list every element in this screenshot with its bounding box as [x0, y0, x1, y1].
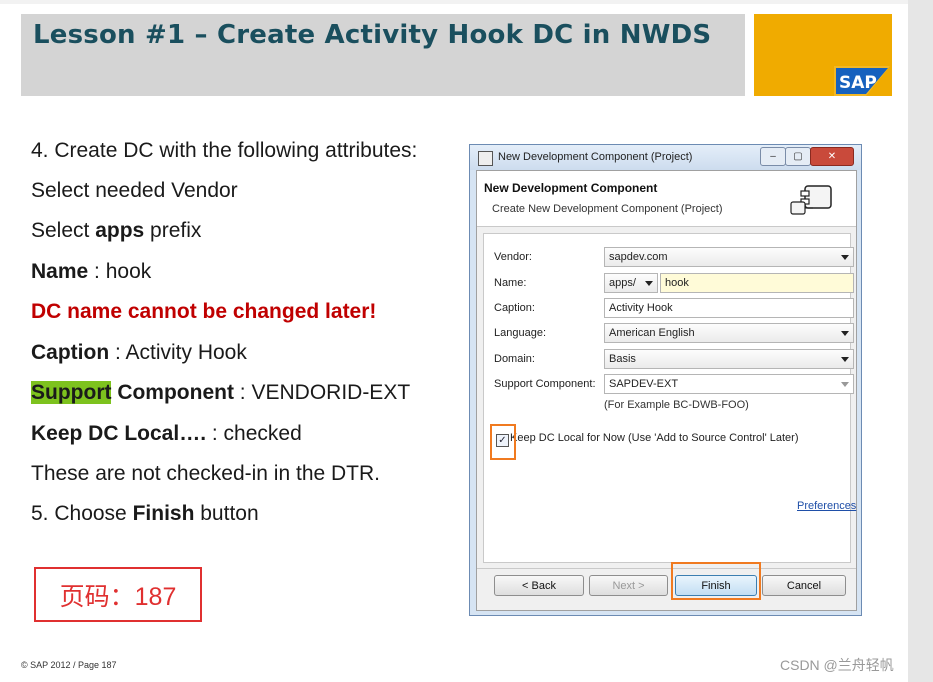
domain-label: Domain:	[494, 353, 535, 365]
chevron-down-icon	[841, 255, 849, 260]
line6-bold: Caption	[31, 341, 110, 364]
sap-brand-box: SAP	[754, 14, 892, 96]
dialog-title-bar: New Development Component (Project) – ▢ …	[470, 145, 861, 170]
support-component-combo[interactable]: SAPDEV-EXT	[604, 374, 854, 394]
sap-logo-text: SAP	[839, 73, 877, 93]
language-value: American English	[609, 327, 695, 339]
maximize-icon[interactable]: ▢	[785, 147, 811, 166]
slide-title: Lesson #1 – Create Activity Hook DC in N…	[33, 20, 712, 50]
page-number-box: 页码：187	[34, 567, 202, 622]
wizard-subtitle: Create New Development Component (Projec…	[492, 203, 723, 215]
sap-logo-icon: SAP	[834, 66, 890, 96]
chevron-down-icon	[841, 357, 849, 362]
viewer-side-strip	[908, 0, 933, 682]
component-icon	[790, 185, 832, 215]
line10-bold: Finish	[132, 502, 195, 525]
window-controls: – ▢ ✕	[760, 147, 856, 166]
domain-value: Basis	[609, 353, 636, 365]
caption-input[interactable]: Activity Hook	[604, 298, 854, 318]
title-bar: Lesson #1 – Create Activity Hook DC in N…	[21, 14, 745, 96]
wizard-title: New Development Component	[484, 181, 658, 195]
dialog-body: New Development Component Create New Dev…	[476, 170, 857, 611]
next-button[interactable]: Next >	[589, 575, 668, 596]
line4-bold: Name	[31, 260, 89, 283]
app-window-icon	[478, 151, 493, 166]
line10-pre: 5. Choose	[31, 502, 133, 525]
name-label: Name:	[494, 277, 527, 289]
line6-post: : Activity Hook	[109, 341, 247, 364]
prefix-value: apps/	[609, 277, 636, 289]
instruction-line-10: 5. Choose Finish button	[31, 502, 259, 526]
support-component-label: Support Component:	[494, 378, 596, 390]
line7-highlight: Support	[31, 381, 112, 404]
instruction-line-9: These are not checked-in in the DTR.	[31, 462, 381, 485]
language-select[interactable]: American English	[604, 323, 854, 343]
chevron-down-icon	[645, 281, 653, 286]
language-label: Language:	[494, 327, 546, 339]
line7-bold: Component	[111, 381, 234, 404]
vendor-select[interactable]: sapdev.com	[604, 247, 854, 267]
vendor-value: sapdev.com	[609, 251, 668, 263]
instruction-line-6: Caption : Activity Hook	[31, 341, 247, 365]
slide-footer: © SAP 2012 / Page 187	[21, 660, 117, 670]
support-component-value: SAPDEV-EXT	[609, 378, 679, 390]
preferences-link[interactable]: Preferences	[797, 500, 856, 512]
name-input[interactable]: hook	[660, 273, 854, 293]
minimize-icon[interactable]: –	[760, 147, 786, 166]
caption-label: Caption:	[494, 302, 535, 314]
instruction-line-7: Support Component : VENDORID-EXT	[31, 381, 410, 405]
domain-select[interactable]: Basis	[604, 349, 854, 369]
wizard-form: Vendor: sapdev.com Name: apps/ hook Capt…	[483, 233, 856, 563]
instruction-line-3: Select apps prefix	[31, 219, 201, 243]
vendor-label: Vendor:	[494, 251, 532, 263]
line10-post: button	[194, 502, 259, 525]
chevron-down-icon	[841, 382, 849, 387]
line4-post: : hook	[88, 260, 152, 283]
line3-pre: Select	[31, 219, 96, 242]
line7-post: : VENDORID-EXT	[233, 381, 411, 404]
instruction-line-1: 4. Create DC with the following attribut…	[31, 139, 418, 162]
button-separator	[477, 568, 856, 569]
keep-local-label: Keep DC Local for Now (Use 'Add to Sourc…	[510, 432, 799, 444]
instruction-line-2: Select needed Vendor	[31, 179, 238, 202]
back-button[interactable]: < Back	[494, 575, 584, 596]
new-dc-dialog: New Development Component (Project) – ▢ …	[469, 144, 862, 616]
instruction-line-4: Name : hook	[31, 260, 151, 284]
line8-post: : checked	[206, 422, 302, 445]
support-component-hint: (For Example BC-DWB-FOO)	[604, 399, 749, 411]
watermark: CSDN @兰舟轻帆	[780, 657, 894, 673]
prefix-select[interactable]: apps/	[604, 273, 658, 293]
dialog-window-title: New Development Component (Project)	[498, 151, 693, 163]
page-number-label: 页码：187	[59, 582, 177, 611]
finish-callout	[671, 562, 761, 600]
cancel-button[interactable]: Cancel	[762, 575, 846, 596]
line3-bold: apps	[95, 219, 145, 242]
line8-bold: Keep DC Local….	[31, 422, 207, 445]
wizard-header: New Development Component Create New Dev…	[477, 171, 856, 227]
checkbox-callout	[490, 424, 516, 460]
chevron-down-icon	[841, 331, 849, 336]
instruction-line-8: Keep DC Local…. : checked	[31, 422, 302, 446]
warning-line: DC name cannot be changed later!	[31, 300, 377, 323]
close-icon[interactable]: ✕	[810, 147, 854, 166]
line3-post: prefix	[144, 219, 202, 242]
